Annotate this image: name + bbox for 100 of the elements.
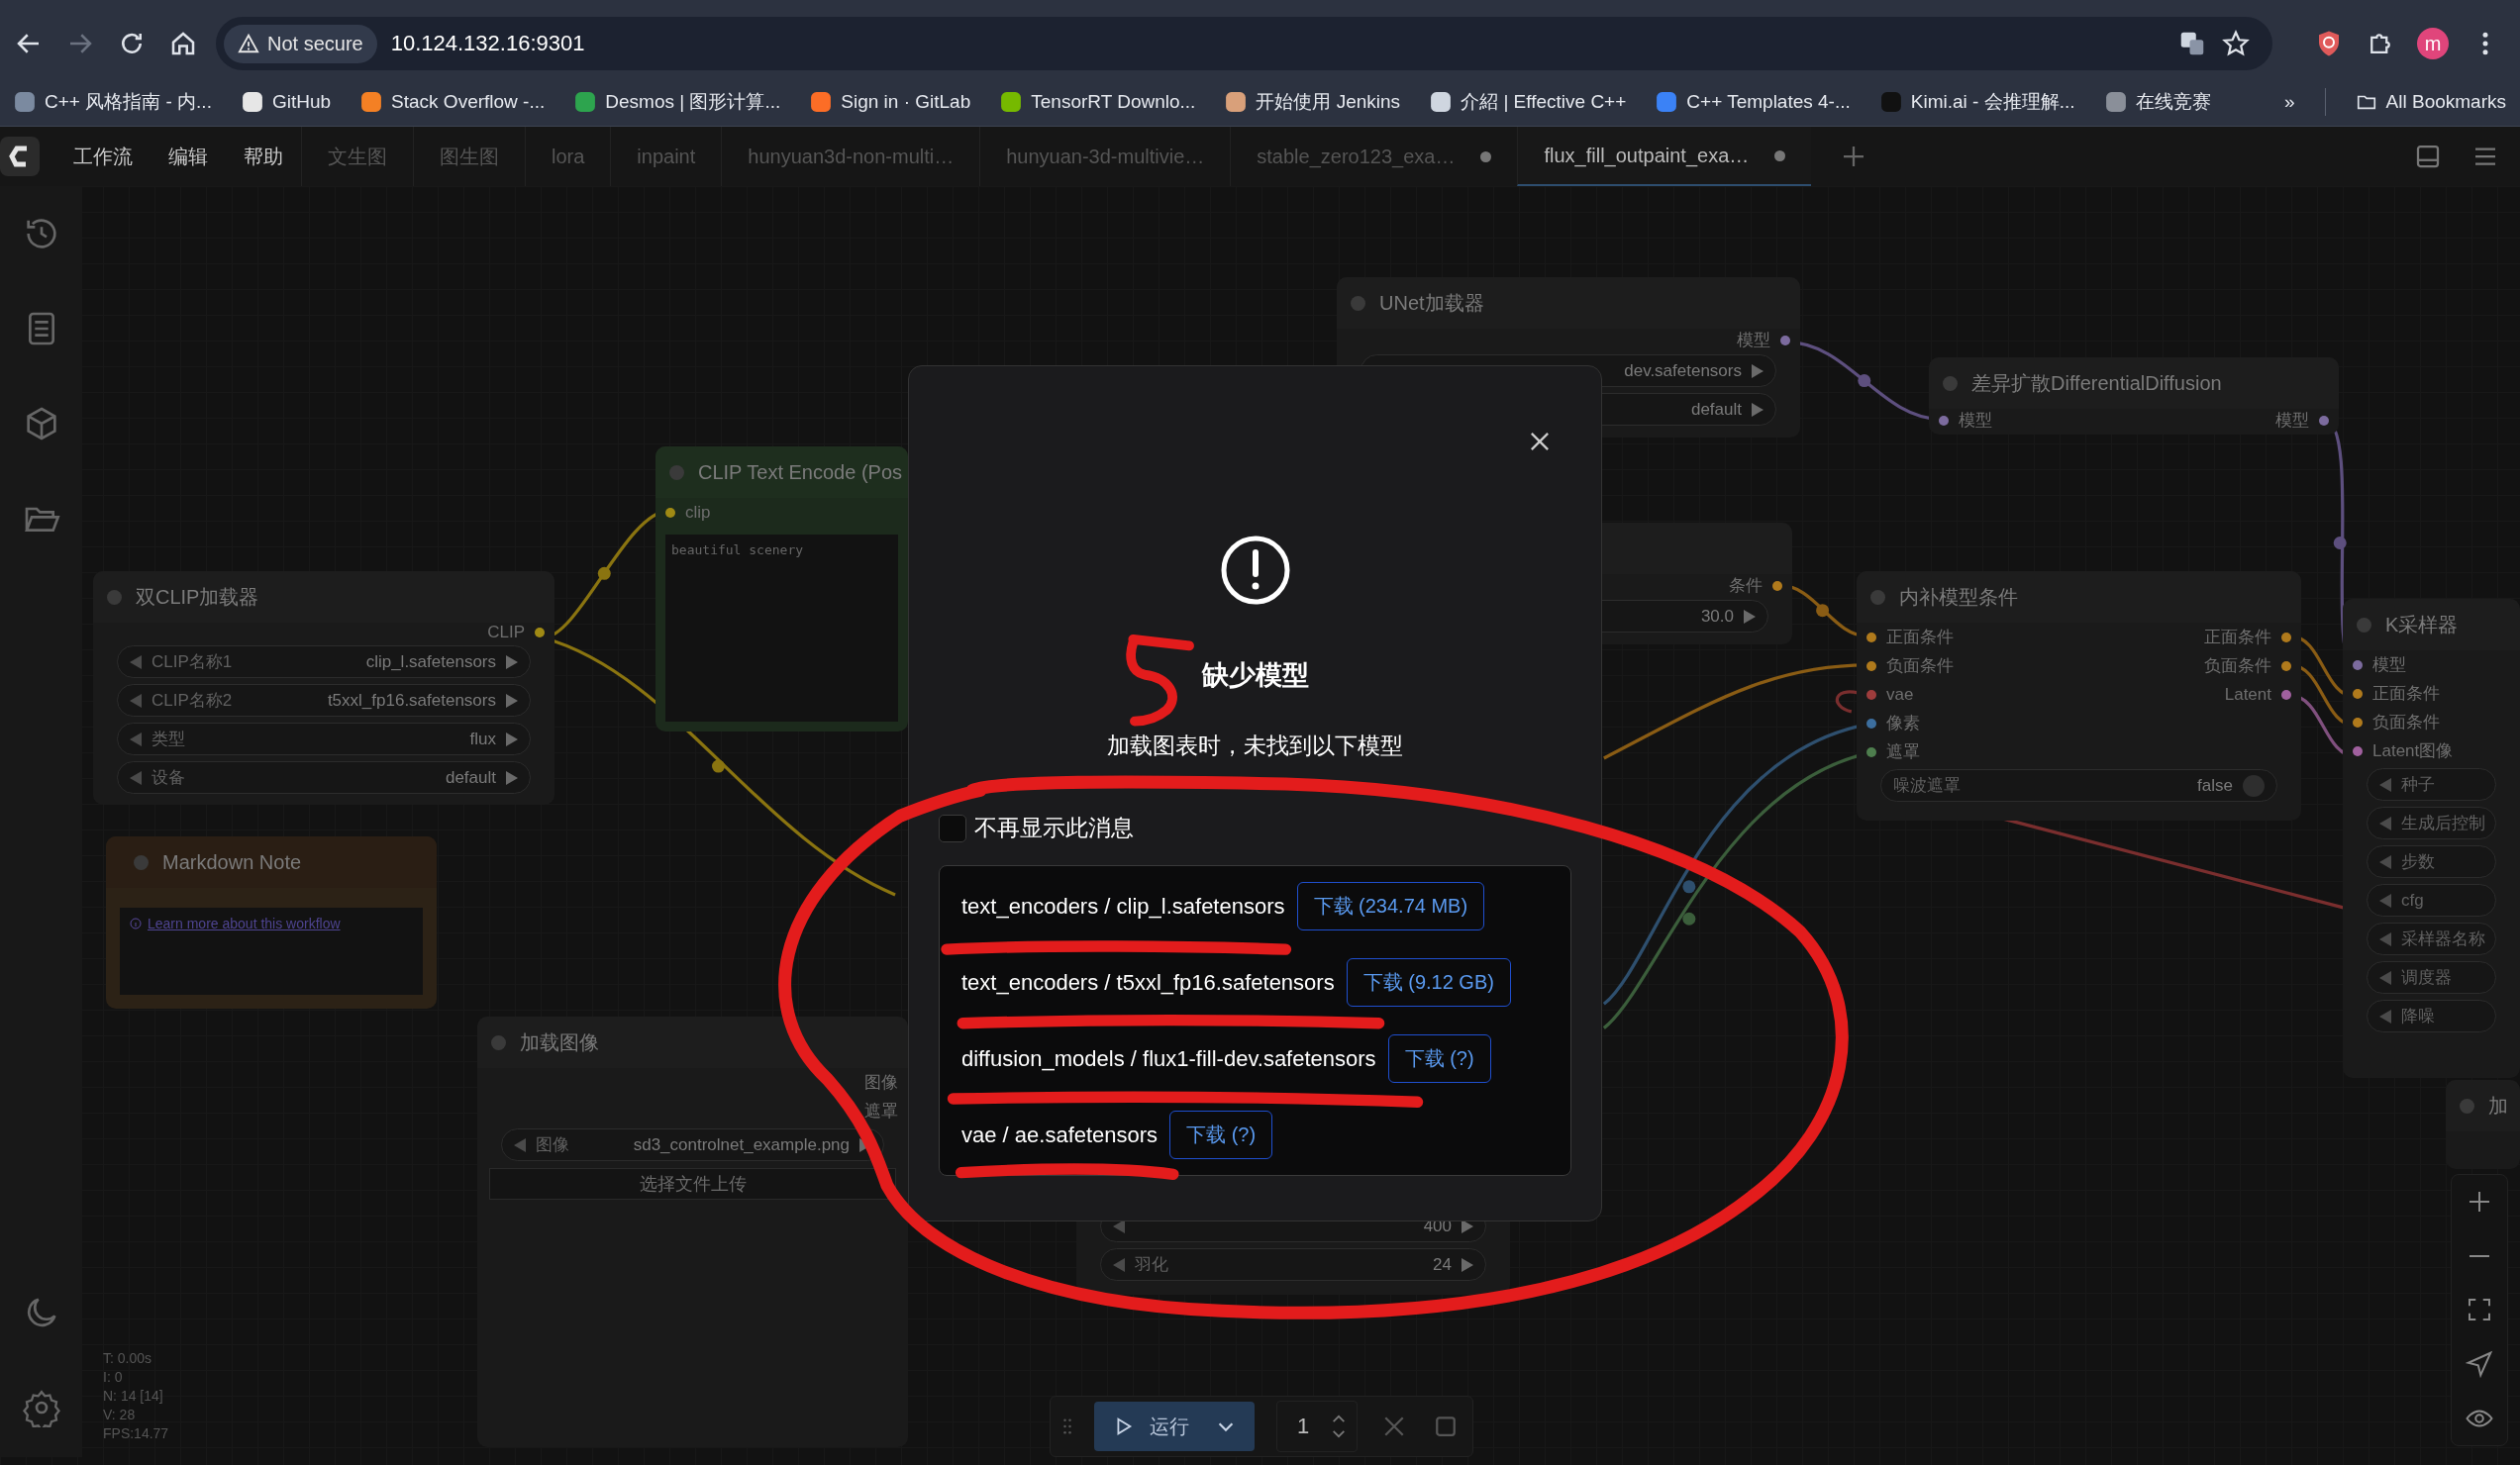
increment-icon[interactable] xyxy=(506,654,518,669)
node-dot-icon[interactable] xyxy=(134,854,149,870)
widget-control[interactable]: 噪波遮罩 false xyxy=(1880,769,2277,802)
widget-control[interactable]: 调度器 xyxy=(2367,961,2496,994)
chevron-down-icon[interactable] xyxy=(1331,1428,1348,1439)
node-dot-icon[interactable] xyxy=(107,589,122,605)
chevron-up-icon[interactable] xyxy=(1331,1414,1348,1424)
widget-control[interactable]: 生成后控制 xyxy=(2367,807,2496,839)
widget-control[interactable]: 种子 xyxy=(2367,768,2496,801)
bookmark-link[interactable]: TensorRT Downlo... xyxy=(1000,90,1196,113)
decrement-icon[interactable] xyxy=(130,770,142,785)
download-button[interactable]: 下载 (9.12 GB) xyxy=(1346,958,1511,1007)
port-dot[interactable] xyxy=(1772,580,1782,591)
decrement-icon[interactable] xyxy=(2379,970,2391,985)
increment-icon[interactable] xyxy=(506,732,518,746)
node-dot-icon[interactable] xyxy=(2357,617,2371,633)
decrement-icon[interactable] xyxy=(2379,816,2391,830)
node-card[interactable]: 双CLIP加载器 CLIP CLIP名称1 clip_l.safetensors CLIP名称2 t5xxl_fp16.safetensors 类型 flux 设备 default xyxy=(93,571,554,805)
port-dot[interactable] xyxy=(2353,659,2363,670)
widget-control[interactable]: 采样器名称 xyxy=(2367,923,2496,955)
drag-handle-icon[interactable] xyxy=(1062,1416,1072,1436)
port-dot[interactable] xyxy=(665,507,675,518)
widget-control[interactable]: 设备 default xyxy=(117,761,531,794)
increment-icon[interactable] xyxy=(1744,609,1756,624)
decrement-icon[interactable] xyxy=(130,732,142,746)
widget-control[interactable]: CLIP名称1 clip_l.safetensors xyxy=(117,645,531,678)
decrement-icon[interactable] xyxy=(2379,854,2391,869)
widget-control[interactable]: 类型 flux xyxy=(117,723,531,755)
port-dot[interactable] xyxy=(1939,415,1949,426)
bookmark-link[interactable]: 介紹 | Effective C++ xyxy=(1430,88,1627,115)
run-button[interactable]: 运行 xyxy=(1094,1402,1255,1451)
widget-control[interactable]: 降噪 xyxy=(2367,1000,2496,1032)
download-button[interactable]: 下载 (234.74 MB) xyxy=(1296,882,1485,930)
bookmark-link[interactable]: Stack Overflow -... xyxy=(360,90,546,113)
bookmark-link[interactable]: C++ 风格指南 - 内... xyxy=(14,88,212,115)
bookmark-link[interactable]: Sign in · GitLab xyxy=(810,90,971,113)
node-dot-icon[interactable] xyxy=(1943,375,1958,391)
port-dot[interactable] xyxy=(1866,689,1876,700)
bookmark-link[interactable]: GitHub xyxy=(241,90,332,113)
upload-button[interactable]: 选择文件上传 xyxy=(489,1168,896,1200)
port-dot[interactable] xyxy=(2281,632,2291,642)
increment-icon[interactable] xyxy=(506,770,518,785)
decrement-icon[interactable] xyxy=(1113,1257,1125,1272)
menu-item[interactable]: 工作流 xyxy=(55,143,151,170)
node-dot-icon[interactable] xyxy=(2460,1098,2474,1114)
port-dot[interactable] xyxy=(1866,660,1876,671)
port-dot[interactable] xyxy=(2319,415,2329,426)
node-card[interactable]: K采样器 模型 正面条件 负面条件 Latent图像 种子 生成后控制 步数 cfg 采样器名称 调度器 降噪 xyxy=(2343,599,2520,1078)
node-card[interactable]: CLIP Text Encode (Pos clip beautiful scenery xyxy=(655,446,908,732)
all-bookmarks-link[interactable]: All Bookmarks xyxy=(2355,90,2506,113)
decrement-icon[interactable] xyxy=(130,693,142,708)
node-card[interactable]: 内补模型条件 正面条件 正面条件 负面条件 负面条件 vae Latent 像素 遮罩 噪波遮罩 false xyxy=(1857,571,2301,821)
address-bar[interactable]: Not secure 10.124.132.16:9301 xyxy=(216,17,2272,70)
workflow-tab[interactable]: flux_fill_outpaint_exa… xyxy=(1517,127,1812,186)
node-card[interactable]: 差异扩散DifferentialDiffusion 模型 模型 xyxy=(1929,357,2339,435)
download-button[interactable]: 下载 (?) xyxy=(1169,1111,1273,1159)
settings-icon[interactable] xyxy=(21,1388,61,1427)
toggle-knob-icon[interactable] xyxy=(2243,774,2265,797)
star-icon[interactable] xyxy=(2221,29,2251,58)
workflow-link[interactable]: Learn more about this workflow xyxy=(148,916,341,931)
widget-control[interactable]: 图像 sd3_controlnet_example.png xyxy=(501,1128,884,1161)
bookmark-link[interactable]: Desmos | 图形计算... xyxy=(574,88,781,115)
port-dot[interactable] xyxy=(2353,688,2363,699)
profile-avatar[interactable]: m xyxy=(2417,28,2449,59)
port-dot[interactable] xyxy=(1866,746,1876,757)
decrement-icon[interactable] xyxy=(2379,1009,2391,1024)
widget-control[interactable]: 羽化 24 xyxy=(1100,1248,1486,1281)
decrement-icon[interactable] xyxy=(2379,931,2391,946)
port-dot[interactable] xyxy=(2281,689,2291,700)
bookmark-link[interactable]: 在线竞赛 xyxy=(2104,88,2211,115)
node-card[interactable]: Markdown Note Learn more about this workflow xyxy=(106,836,437,1009)
app-logo-icon[interactable] xyxy=(0,137,40,176)
port-dot[interactable] xyxy=(2281,660,2291,671)
node-dot-icon[interactable] xyxy=(1351,295,1365,311)
port-dot[interactable] xyxy=(2353,745,2363,756)
node-dot-icon[interactable] xyxy=(669,464,684,480)
node-dot-icon[interactable] xyxy=(1870,589,1885,605)
prompt-field[interactable]: beautiful scenery xyxy=(665,535,898,722)
port-dot[interactable] xyxy=(1866,718,1876,729)
download-button[interactable]: 下载 (?) xyxy=(1387,1034,1491,1083)
send-icon[interactable] xyxy=(2465,1349,2494,1380)
node-card[interactable]: 加载图像 图像 遮罩 图像 sd3_controlnet_example.png 选择文件上传 xyxy=(477,1017,908,1447)
bookmark-link[interactable]: 开始使用 Jenkins xyxy=(1225,88,1401,115)
decrement-icon[interactable] xyxy=(2379,777,2391,792)
security-chip[interactable]: Not secure xyxy=(224,24,377,63)
bookmarks-overflow[interactable]: » xyxy=(2284,90,2295,113)
increment-icon[interactable] xyxy=(506,693,518,708)
widget-control[interactable]: cfg xyxy=(2367,884,2496,917)
decrement-icon[interactable] xyxy=(130,654,142,669)
menu-item[interactable]: 帮助 xyxy=(226,143,301,170)
port-dot[interactable] xyxy=(535,628,545,637)
widget-control[interactable]: 步数 xyxy=(2367,845,2496,878)
batch-count-field[interactable]: 1 xyxy=(1276,1401,1359,1452)
increment-icon[interactable] xyxy=(1752,363,1764,378)
bookmark-link[interactable]: C++ Templates 4-... xyxy=(1656,90,1851,113)
decrement-icon[interactable] xyxy=(514,1137,526,1152)
increment-icon[interactable] xyxy=(1462,1257,1473,1272)
widget-control[interactable]: CLIP名称2 t5xxl_fp16.safetensors xyxy=(117,684,531,717)
port-dot[interactable] xyxy=(2353,717,2363,728)
node-dot-icon[interactable] xyxy=(491,1034,506,1050)
